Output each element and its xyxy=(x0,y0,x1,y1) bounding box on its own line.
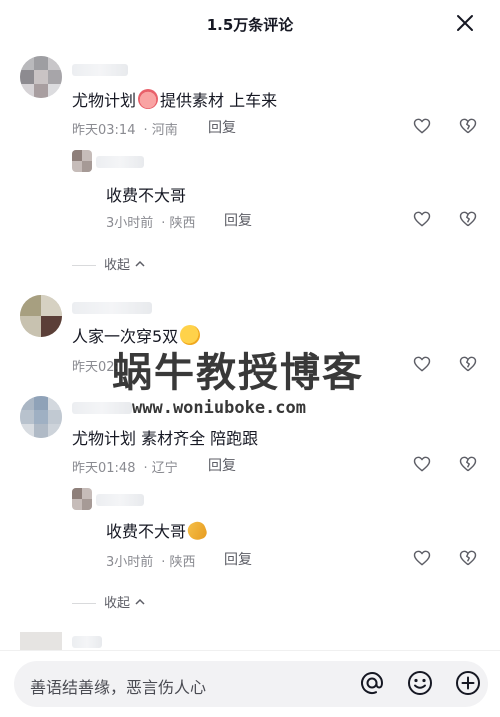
username[interactable] xyxy=(72,302,152,314)
reply-location: · 陕西 xyxy=(161,216,196,231)
avatar[interactable] xyxy=(20,56,62,98)
reply-text: 收费不大哥 xyxy=(106,518,209,543)
reply-button[interactable]: 回复 xyxy=(224,210,252,230)
avatar[interactable] xyxy=(20,632,62,652)
collapse-replies-button[interactable]: 收起 xyxy=(72,592,146,611)
avatar[interactable] xyxy=(20,396,62,438)
comment-text-part: 尤物计划 xyxy=(72,91,137,110)
heart-icon[interactable] xyxy=(412,548,432,568)
comment-location: · 河南 xyxy=(143,123,178,138)
comment-time: 昨天02: xyxy=(72,360,119,375)
comment-input-bar: 善语结善缘，恶言伤人心 xyxy=(0,650,500,717)
avatar[interactable] xyxy=(20,295,62,337)
reply-button[interactable]: 回复 xyxy=(208,455,236,475)
comment-text-part: 提供素材 上车来 xyxy=(160,91,278,110)
username[interactable] xyxy=(72,64,128,76)
heart-icon[interactable] xyxy=(412,209,432,229)
comment-location: · 辽宁 xyxy=(143,461,178,476)
reply-time: 3小时前 xyxy=(106,555,154,570)
comment-input-placeholder: 善语结善缘，恶言伤人心 xyxy=(30,678,207,697)
reply-meta: 3小时前 · 陕西 xyxy=(106,212,196,231)
reply-meta: 3小时前 · 陕西 xyxy=(106,551,196,570)
heart-icon[interactable] xyxy=(412,354,432,374)
username[interactable] xyxy=(96,156,144,168)
smile-icon[interactable] xyxy=(406,669,434,697)
divider xyxy=(72,265,96,266)
comment-meta: 昨天02: xyxy=(72,356,119,375)
divider xyxy=(72,603,96,604)
reply-time: 3小时前 xyxy=(106,216,154,231)
collapse-replies-button[interactable]: 收起 xyxy=(72,254,146,273)
comment-input[interactable]: 善语结善缘，恶言伤人心 xyxy=(14,661,488,707)
thinking-face-emoji-icon xyxy=(180,325,201,345)
username[interactable] xyxy=(72,402,132,414)
broken-heart-icon[interactable] xyxy=(458,548,478,568)
broken-heart-icon[interactable] xyxy=(458,116,478,136)
at-icon[interactable] xyxy=(358,669,386,697)
comment-count-title: 1.5万条评论 xyxy=(206,16,294,34)
reply-location: · 陕西 xyxy=(161,555,196,570)
heart-icon[interactable] xyxy=(412,116,432,136)
username[interactable] xyxy=(72,636,102,648)
comment-text-part: 人家一次穿5双 xyxy=(72,327,179,346)
broken-heart-icon[interactable] xyxy=(458,209,478,229)
broken-heart-icon[interactable] xyxy=(458,454,478,474)
comment-time: 昨天01:48 xyxy=(72,461,136,476)
comments-panel: 1.5万条评论 尤物计划 提供素材 上车来 昨天03:14 · 河南 回复 收费不大… xyxy=(0,0,500,717)
chevron-up-icon xyxy=(135,260,145,267)
reply-text: 收费不大哥 xyxy=(106,186,187,205)
comment-meta: 昨天01:48 · 辽宁 xyxy=(72,457,178,476)
close-icon[interactable] xyxy=(454,12,476,34)
broken-heart-icon[interactable] xyxy=(458,354,478,374)
watermark-text: 蜗牛教授博客 xyxy=(112,350,364,396)
pig-face-emoji-icon xyxy=(138,89,159,109)
heart-icon[interactable] xyxy=(412,454,432,474)
ok-hand-emoji-icon xyxy=(185,519,209,543)
reply-button[interactable]: 回复 xyxy=(224,549,252,569)
comment-text: 尤物计划 提供素材 上车来 xyxy=(72,87,277,111)
comments-header: 1.5万条评论 xyxy=(0,0,500,48)
collapse-label: 收起 xyxy=(104,596,131,611)
username[interactable] xyxy=(96,494,144,506)
plus-circle-icon[interactable] xyxy=(454,669,482,697)
avatar[interactable] xyxy=(72,150,92,172)
comment-text: 人家一次穿5双 xyxy=(72,323,202,347)
comment-time: 昨天03:14 xyxy=(72,123,136,138)
comment-text: 尤物计划 素材齐全 陪跑跟 xyxy=(72,429,259,448)
watermark-logo: 蜗牛教授博客 www.woniuboke.com xyxy=(112,340,392,430)
watermark-url: www.woniuboke.com xyxy=(132,398,306,418)
collapse-label: 收起 xyxy=(104,258,131,273)
reply-text-part: 收费不大哥 xyxy=(106,522,187,541)
reply-button[interactable]: 回复 xyxy=(208,117,236,137)
avatar[interactable] xyxy=(72,488,92,510)
chevron-up-icon xyxy=(135,598,145,605)
comment-meta: 昨天03:14 · 河南 xyxy=(72,119,178,138)
